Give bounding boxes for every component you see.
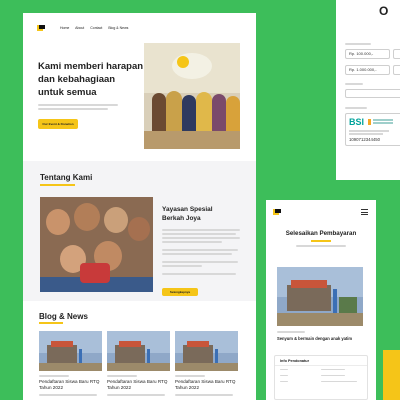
bsi-logo-mark <box>368 119 371 125</box>
donor-info-value <box>321 369 345 371</box>
blog-post-image[interactable] <box>107 331 170 371</box>
about-heading: Yayasan Spesial Berkah Joya <box>162 206 213 222</box>
donor-info-value <box>321 375 345 377</box>
mobile-payment-panel: Selesaikan Pembayaran Senyum & bermain d… <box>266 200 376 400</box>
blog-post-image[interactable] <box>39 331 102 371</box>
donor-info-label <box>280 369 288 371</box>
bsi-logo: BSI <box>349 117 365 127</box>
blog-post-title[interactable]: Pendaftaran Siswa Baru RTQ Tahun 2022 <box>175 379 235 391</box>
donor-info-label <box>280 375 288 377</box>
hero-cta-button[interactable]: Our Event & Donation <box>38 119 78 129</box>
about-title-underline <box>40 184 75 186</box>
about-text-line <box>162 233 236 235</box>
nav-item-about[interactable]: About <box>75 26 84 30</box>
bank-account-number: 1090712344450 <box>349 137 381 142</box>
about-text-line <box>162 237 240 239</box>
about-text-line <box>162 265 202 267</box>
amount-label <box>345 43 371 45</box>
about-section: Tentang Kami Yayasan Spesial Berkah Joya… <box>23 161 256 301</box>
amount-option-extra[interactable] <box>393 65 400 75</box>
blog-post-title[interactable]: Pendaftaran Siswa Baru RTQ Tahun 2022 <box>107 379 167 391</box>
about-children-photo <box>40 197 153 292</box>
hero-group-photo <box>144 43 240 149</box>
about-text-line <box>162 273 236 275</box>
donor-info-card: Info Pendonatur <box>274 355 368 400</box>
blog-post-meta <box>39 375 69 377</box>
custom-amount-input[interactable] <box>345 89 400 98</box>
amount-option-extra[interactable] <box>393 49 400 59</box>
mobile-title-underline <box>311 240 331 242</box>
landing-page-panel: Home About Contact Blog & News Kami memb… <box>23 13 256 400</box>
blog-post-title[interactable]: Pendaftaran Siswa Baru RTQ Tahun 2022 <box>39 379 99 391</box>
about-text-line <box>162 253 232 255</box>
about-text-line <box>162 261 238 263</box>
hamburger-menu-icon[interactable] <box>361 209 368 215</box>
amount-option[interactable]: Rp. 1.000.000,- <box>345 65 390 75</box>
blog-post-excerpt <box>107 394 165 396</box>
blog-section-title: Blog & News <box>39 312 88 321</box>
custom-amount-label <box>345 83 363 85</box>
bank-label <box>345 107 367 109</box>
about-text-line <box>162 249 238 251</box>
nav-item-home[interactable]: Home <box>60 26 69 30</box>
logo[interactable] <box>37 25 45 31</box>
hero-text-line <box>38 108 108 110</box>
yellow-accent-strip <box>383 350 400 400</box>
nav-item-blog[interactable]: Blog & News <box>108 26 128 30</box>
hero-title: Kami memberi harapan dan kebahagiaan unt… <box>38 61 144 98</box>
amount-option[interactable]: Rp. 100.000,- <box>345 49 390 59</box>
nav-item-contact[interactable]: Contact <box>90 26 102 30</box>
blog-post-meta <box>107 375 137 377</box>
about-text-line <box>162 229 240 231</box>
hero-text-line <box>38 104 118 106</box>
about-more-button[interactable]: Selengkapnya <box>162 288 198 296</box>
blog-post-meta <box>175 375 205 377</box>
mobile-donation-photo <box>277 267 363 326</box>
payment-header: O <box>379 4 389 18</box>
mobile-photo-caption: Senyum & bermain dengan anak yatim <box>277 336 353 341</box>
payment-panel: O Rp. 100.000,- Rp. 1.000.000,- BSI 1090… <box>336 0 400 180</box>
donor-info-value <box>321 381 357 383</box>
blog-post-excerpt <box>39 394 97 396</box>
donor-info-label <box>280 381 288 383</box>
bank-card[interactable]: BSI 1090712344450 <box>345 113 400 146</box>
mobile-page-title: Selesaikan Pembayaran <box>285 230 357 237</box>
donor-info-title: Info Pendonatur <box>280 359 310 363</box>
nav-menu: Home About Contact Blog & News <box>60 26 128 30</box>
about-section-title: Tentang Kami <box>40 173 93 182</box>
blog-title-underline <box>39 322 63 324</box>
about-text-line <box>162 241 222 243</box>
mobile-logo[interactable] <box>273 209 281 215</box>
mobile-subtitle <box>296 245 346 247</box>
blog-post-image[interactable] <box>175 331 238 371</box>
mobile-photo-meta <box>277 331 305 333</box>
blog-post-excerpt <box>175 394 233 396</box>
